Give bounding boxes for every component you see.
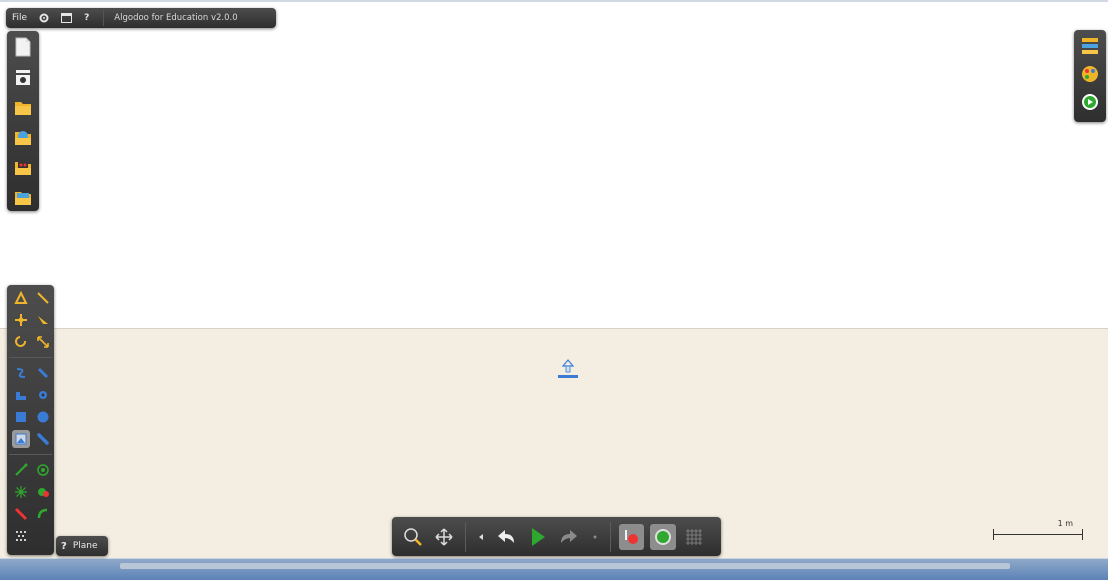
hinge-tool-icon[interactable] <box>34 461 52 479</box>
open-sample-folder-icon[interactable] <box>14 127 32 147</box>
help-button[interactable]: ? <box>61 541 67 552</box>
box-tool-icon[interactable] <box>12 408 30 426</box>
play-icon[interactable] <box>525 524 550 550</box>
undo-small-icon[interactable] <box>474 524 488 550</box>
menu-divider <box>103 10 105 26</box>
file-menu[interactable]: File <box>12 13 27 23</box>
palette-divider <box>9 357 52 358</box>
spring-tool-icon[interactable] <box>12 364 30 382</box>
scene-origin-marker[interactable] <box>556 358 580 380</box>
redo-icon[interactable] <box>557 524 582 550</box>
palette-icon[interactable] <box>1080 64 1100 84</box>
gravity-toggle-icon[interactable] <box>618 523 645 550</box>
brush-tool-icon[interactable] <box>34 430 52 448</box>
scale-tick <box>1082 529 1083 540</box>
air-friction-toggle-icon[interactable] <box>650 523 676 550</box>
new-scene-icon[interactable] <box>14 37 32 57</box>
gear-tool-icon[interactable] <box>34 386 52 404</box>
open-folder-icon[interactable] <box>14 97 32 117</box>
scale-line <box>993 534 1083 535</box>
laser-tool-icon[interactable] <box>12 505 30 523</box>
scale-bar: 1 m <box>993 519 1085 541</box>
simulation-toolbar <box>392 517 721 556</box>
axle-tool-icon[interactable] <box>12 483 30 501</box>
rotate-tool-icon[interactable] <box>12 333 30 351</box>
pan-icon[interactable] <box>431 524 456 550</box>
right-toolbar <box>1074 30 1106 122</box>
toolbar-divider <box>464 521 466 552</box>
undo-icon[interactable] <box>494 524 519 550</box>
fluid-tool-icon[interactable] <box>12 527 30 545</box>
cut-tool-icon[interactable] <box>34 289 52 307</box>
settings-gear-icon[interactable] <box>39 13 49 23</box>
file-toolbar <box>7 31 39 211</box>
scale-tool-icon[interactable] <box>34 333 52 351</box>
tool-palette <box>7 285 54 555</box>
plane-tool-icon[interactable] <box>12 386 30 404</box>
plane-info-box[interactable]: ? Plane <box>56 536 108 556</box>
window-icon[interactable] <box>61 13 73 23</box>
toolbar-divider <box>609 521 611 552</box>
zoom-icon[interactable] <box>400 524 425 550</box>
circle-tool-icon[interactable] <box>34 408 52 426</box>
drag-tool-icon[interactable] <box>34 311 52 329</box>
fixate-tool-icon[interactable] <box>12 461 30 479</box>
polygon-tool-icon[interactable] <box>12 430 30 448</box>
redo-small-icon[interactable] <box>588 524 602 550</box>
palette-divider <box>9 454 52 455</box>
taskbar-strip <box>0 558 1108 580</box>
scene-zoom-icon[interactable] <box>1080 92 1100 112</box>
move-tool-icon[interactable] <box>12 311 30 329</box>
scale-label: 1 m <box>1057 519 1073 528</box>
help-menu[interactable]: ? <box>84 13 89 23</box>
open-phunlet-folder-icon[interactable] <box>14 157 32 177</box>
chain-tool-icon[interactable] <box>34 364 52 382</box>
selected-object-label: Plane <box>72 541 98 551</box>
thruster-tool-icon[interactable] <box>34 505 52 523</box>
sketch-tool-icon[interactable] <box>12 289 30 307</box>
save-folder-icon[interactable] <box>14 187 32 207</box>
horizontal-scrollbar[interactable] <box>120 563 1010 569</box>
grid-toggle-icon[interactable] <box>682 524 707 550</box>
tracer-tool-icon[interactable] <box>34 483 52 501</box>
sky-area[interactable] <box>0 0 1108 328</box>
layers-icon[interactable] <box>1080 36 1100 56</box>
app-title: Algodoo for Education v2.0.0 <box>114 13 238 23</box>
scene-properties-icon[interactable] <box>14 67 32 87</box>
top-menu-bar: File ? Algodoo for Education v2.0.0 <box>6 8 276 28</box>
